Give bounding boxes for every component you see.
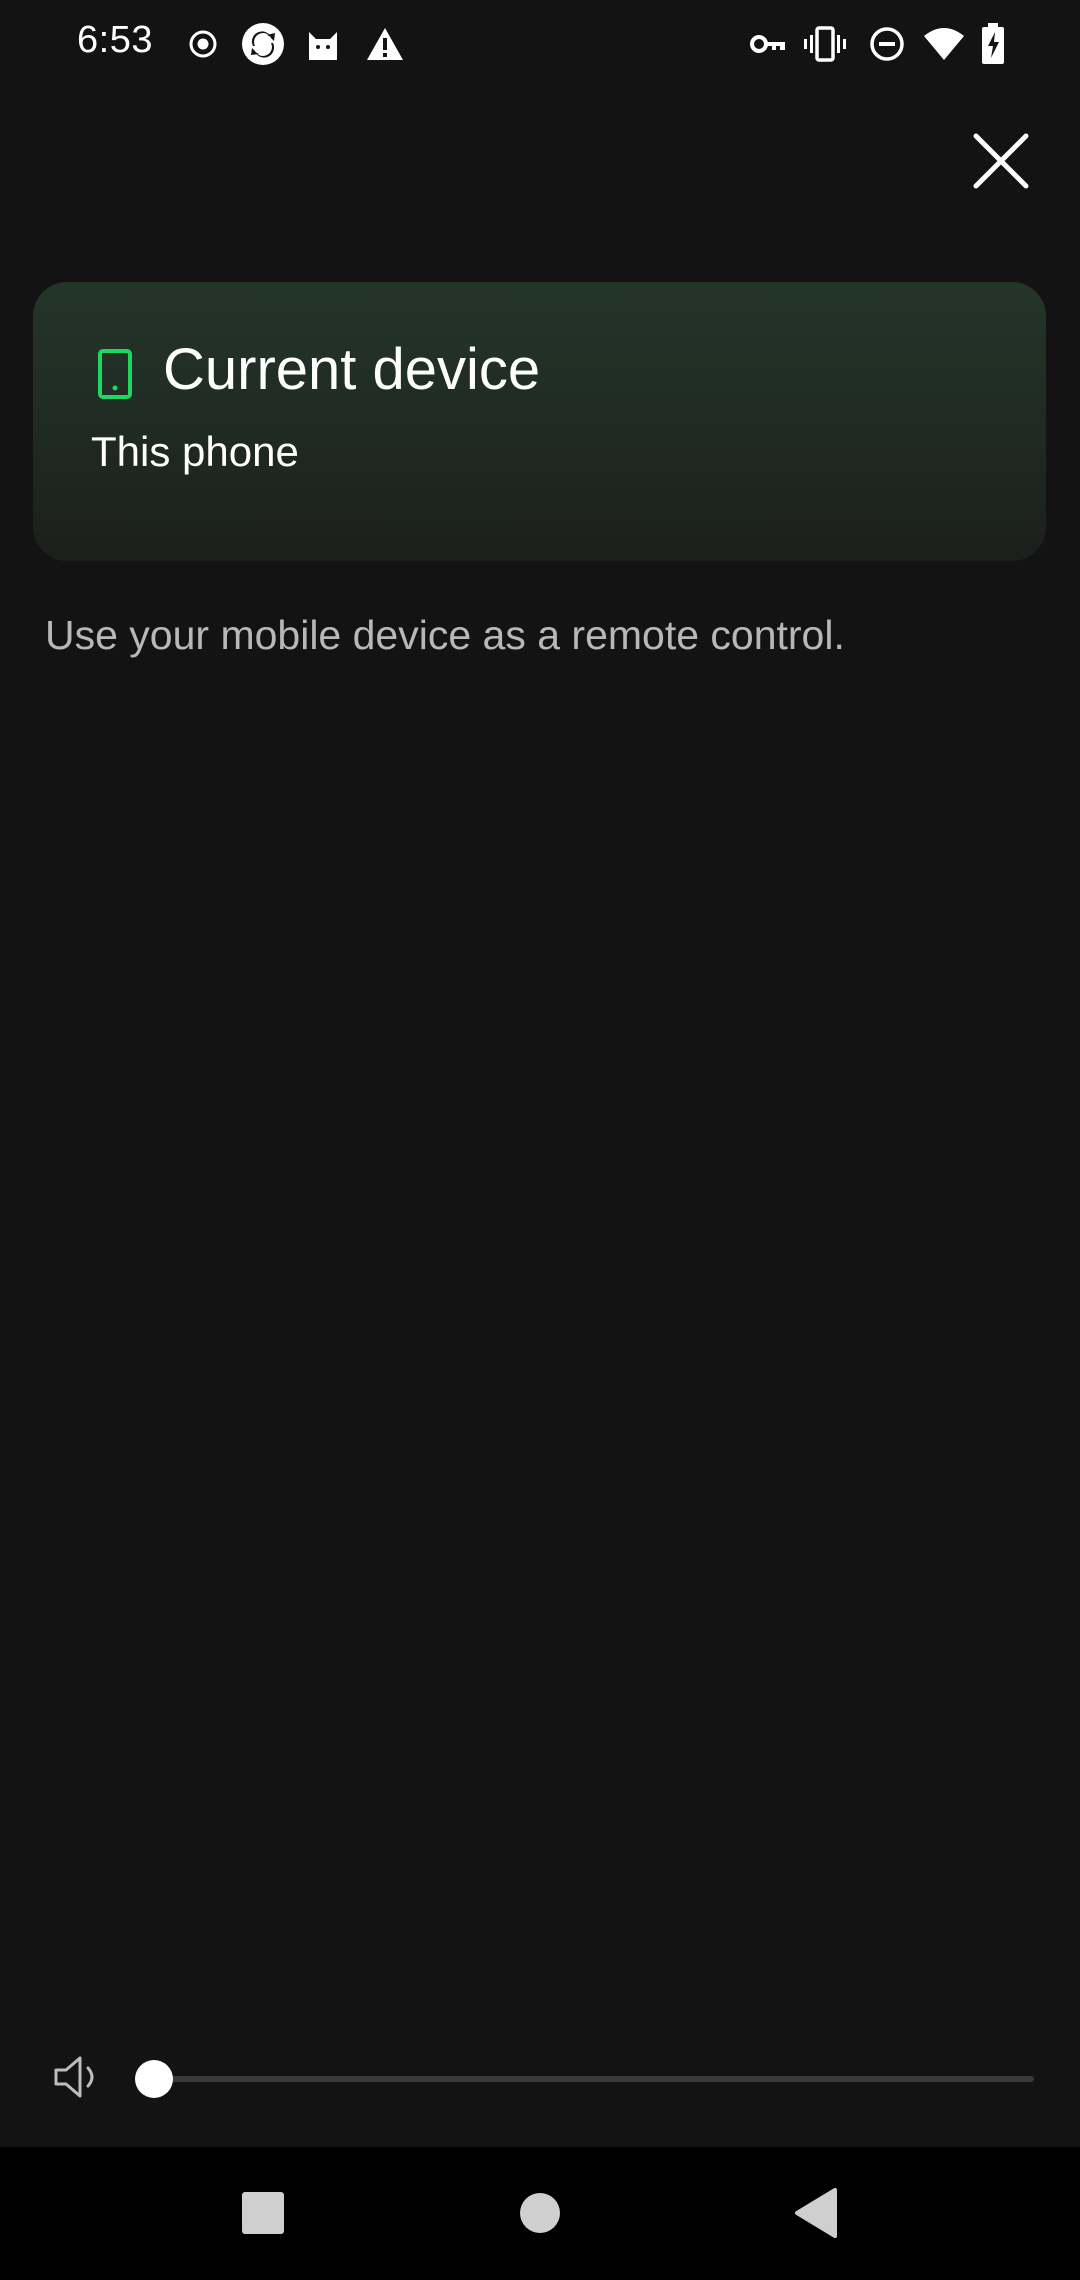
current-device-title: Current device — [163, 337, 541, 402]
home-button[interactable] — [510, 2183, 570, 2243]
battery-charging-icon — [976, 22, 1010, 66]
vpn-key-icon — [748, 22, 788, 66]
current-device-card[interactable]: Current device This phone — [33, 282, 1046, 561]
recents-square-icon — [242, 2192, 284, 2234]
status-time: 6:53 — [77, 19, 153, 61]
volume-thumb[interactable] — [135, 2060, 173, 2098]
warning-icon — [364, 22, 406, 66]
cat-icon — [304, 22, 342, 66]
system-nav-bar — [0, 2147, 1080, 2280]
speaker-icon — [54, 2056, 94, 2098]
status-bar: 6:53 — [0, 0, 1080, 88]
phone-icon — [98, 349, 132, 399]
home-circle-icon — [520, 2193, 560, 2233]
current-device-subtitle: This phone — [91, 428, 299, 475]
sync-icon — [240, 22, 286, 66]
do-not-disturb-icon — [867, 22, 907, 66]
recents-button[interactable] — [233, 2183, 293, 2243]
back-button[interactable] — [786, 2183, 846, 2243]
close-button[interactable] — [966, 126, 1036, 196]
record-icon — [185, 22, 221, 66]
remote-control-hint: Use your mobile device as a remote contr… — [45, 612, 845, 658]
vibrate-icon — [803, 22, 847, 66]
wifi-icon — [921, 22, 967, 66]
volume-slider[interactable] — [135, 2060, 1034, 2098]
close-icon — [973, 133, 1029, 189]
back-triangle-icon — [795, 2188, 837, 2238]
connect-to-device-screen: 6:53 Current device This phone Use your … — [0, 0, 1080, 2280]
